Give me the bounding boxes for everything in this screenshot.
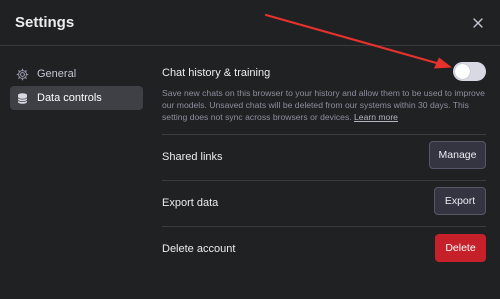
sidebar-item-label: General [37,68,77,80]
gear-icon [16,68,29,81]
chat-history-description: Save new chats on this browser to your h… [162,87,486,123]
chat-history-title: Chat history & training [162,67,271,79]
export-data-row: Export data Export [162,180,486,226]
chat-history-toggle[interactable] [453,62,486,81]
sidebar-item-general[interactable]: General [10,62,143,86]
delete-button[interactable]: Delete [435,234,486,262]
close-icon[interactable] [470,15,486,31]
chat-history-setting: Chat history & training Save new chats o… [162,56,486,128]
learn-more-link[interactable]: Learn more [354,112,398,122]
delete-account-row: Delete account Delete [162,226,486,272]
delete-account-title: Delete account [162,243,236,255]
settings-dialog: Settings General Data controls Chat hist… [0,0,500,299]
settings-sidebar: General Data controls [10,62,143,110]
export-data-title: Export data [162,197,219,209]
shared-links-title: Shared links [162,151,223,163]
database-icon [16,92,29,105]
chat-history-description-text: Save new chats on this browser to your h… [162,88,485,122]
export-button[interactable]: Export [434,187,486,215]
shared-links-row: Shared links Manage [162,134,486,180]
sidebar-item-label: Data controls [37,92,102,104]
toggle-knob [455,64,470,79]
dialog-header: Settings [0,0,500,46]
sidebar-item-data-controls[interactable]: Data controls [10,86,143,110]
manage-button[interactable]: Manage [429,141,486,169]
dialog-title: Settings [15,14,75,31]
